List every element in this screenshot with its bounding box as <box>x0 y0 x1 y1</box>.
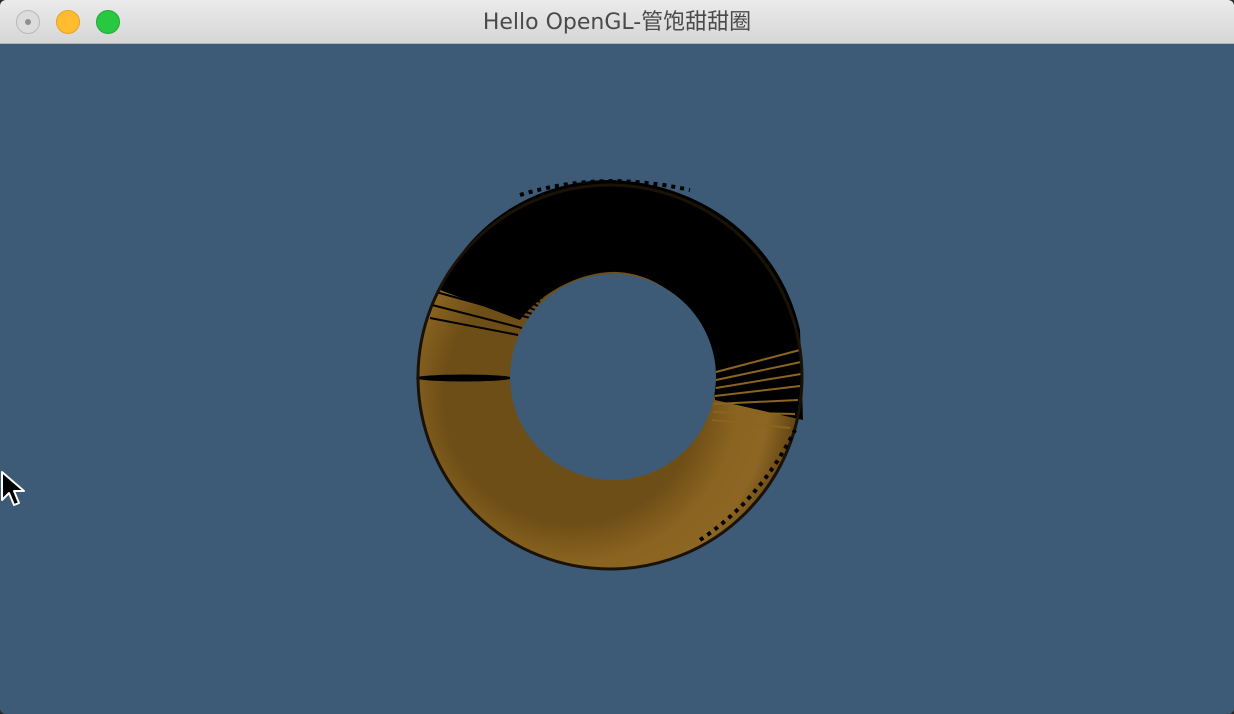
app-window: Hello OpenGL-管饱甜甜圈 <box>0 0 1234 714</box>
torus-render <box>416 179 804 571</box>
title-bar[interactable]: Hello OpenGL-管饱甜甜圈 <box>0 0 1234 44</box>
arrow-cursor-icon <box>1 471 25 506</box>
window-title: Hello OpenGL-管饱甜甜圈 <box>482 10 752 35</box>
torus-shape <box>416 179 804 571</box>
opengl-viewport[interactable] <box>0 44 1234 714</box>
